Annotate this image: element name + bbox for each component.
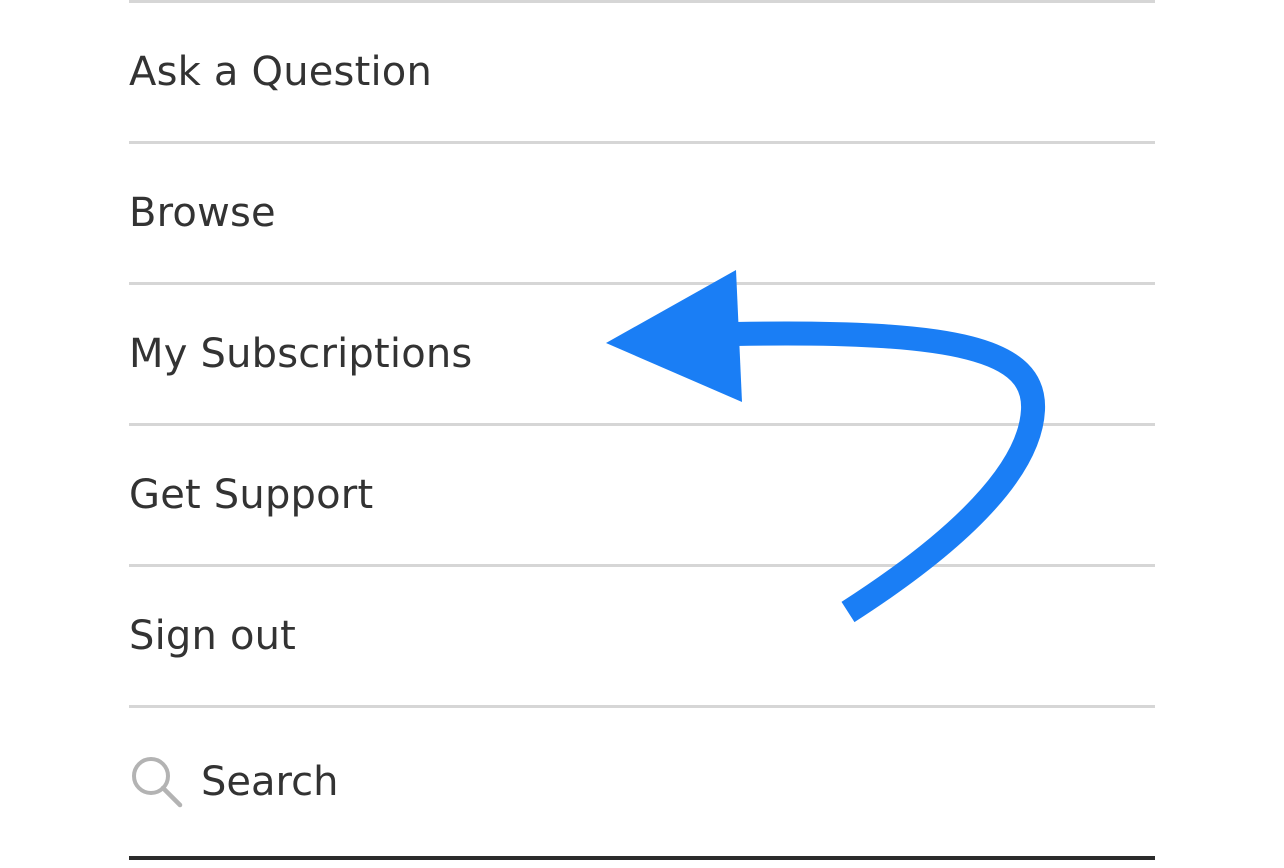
- search-input[interactable]: [201, 759, 901, 805]
- menu-item-label: Browse: [129, 190, 276, 236]
- menu-item-my-subscriptions[interactable]: My Subscriptions: [129, 285, 1155, 423]
- menu-item-label: My Subscriptions: [129, 331, 473, 377]
- menu-item-browse[interactable]: Browse: [129, 144, 1155, 282]
- navigation-menu: Ask a Question Browse My Subscriptions G…: [129, 0, 1155, 860]
- search-bar[interactable]: [129, 708, 1155, 856]
- menu-item-sign-out[interactable]: Sign out: [129, 567, 1155, 705]
- menu-item-label: Sign out: [129, 613, 297, 659]
- menu-item-get-support[interactable]: Get Support: [129, 426, 1155, 564]
- menu-item-label: Ask a Question: [129, 49, 433, 95]
- search-underline: [129, 856, 1155, 860]
- menu-item-ask-a-question[interactable]: Ask a Question: [129, 3, 1155, 141]
- search-icon[interactable]: [129, 754, 185, 810]
- menu-item-label: Get Support: [129, 472, 374, 518]
